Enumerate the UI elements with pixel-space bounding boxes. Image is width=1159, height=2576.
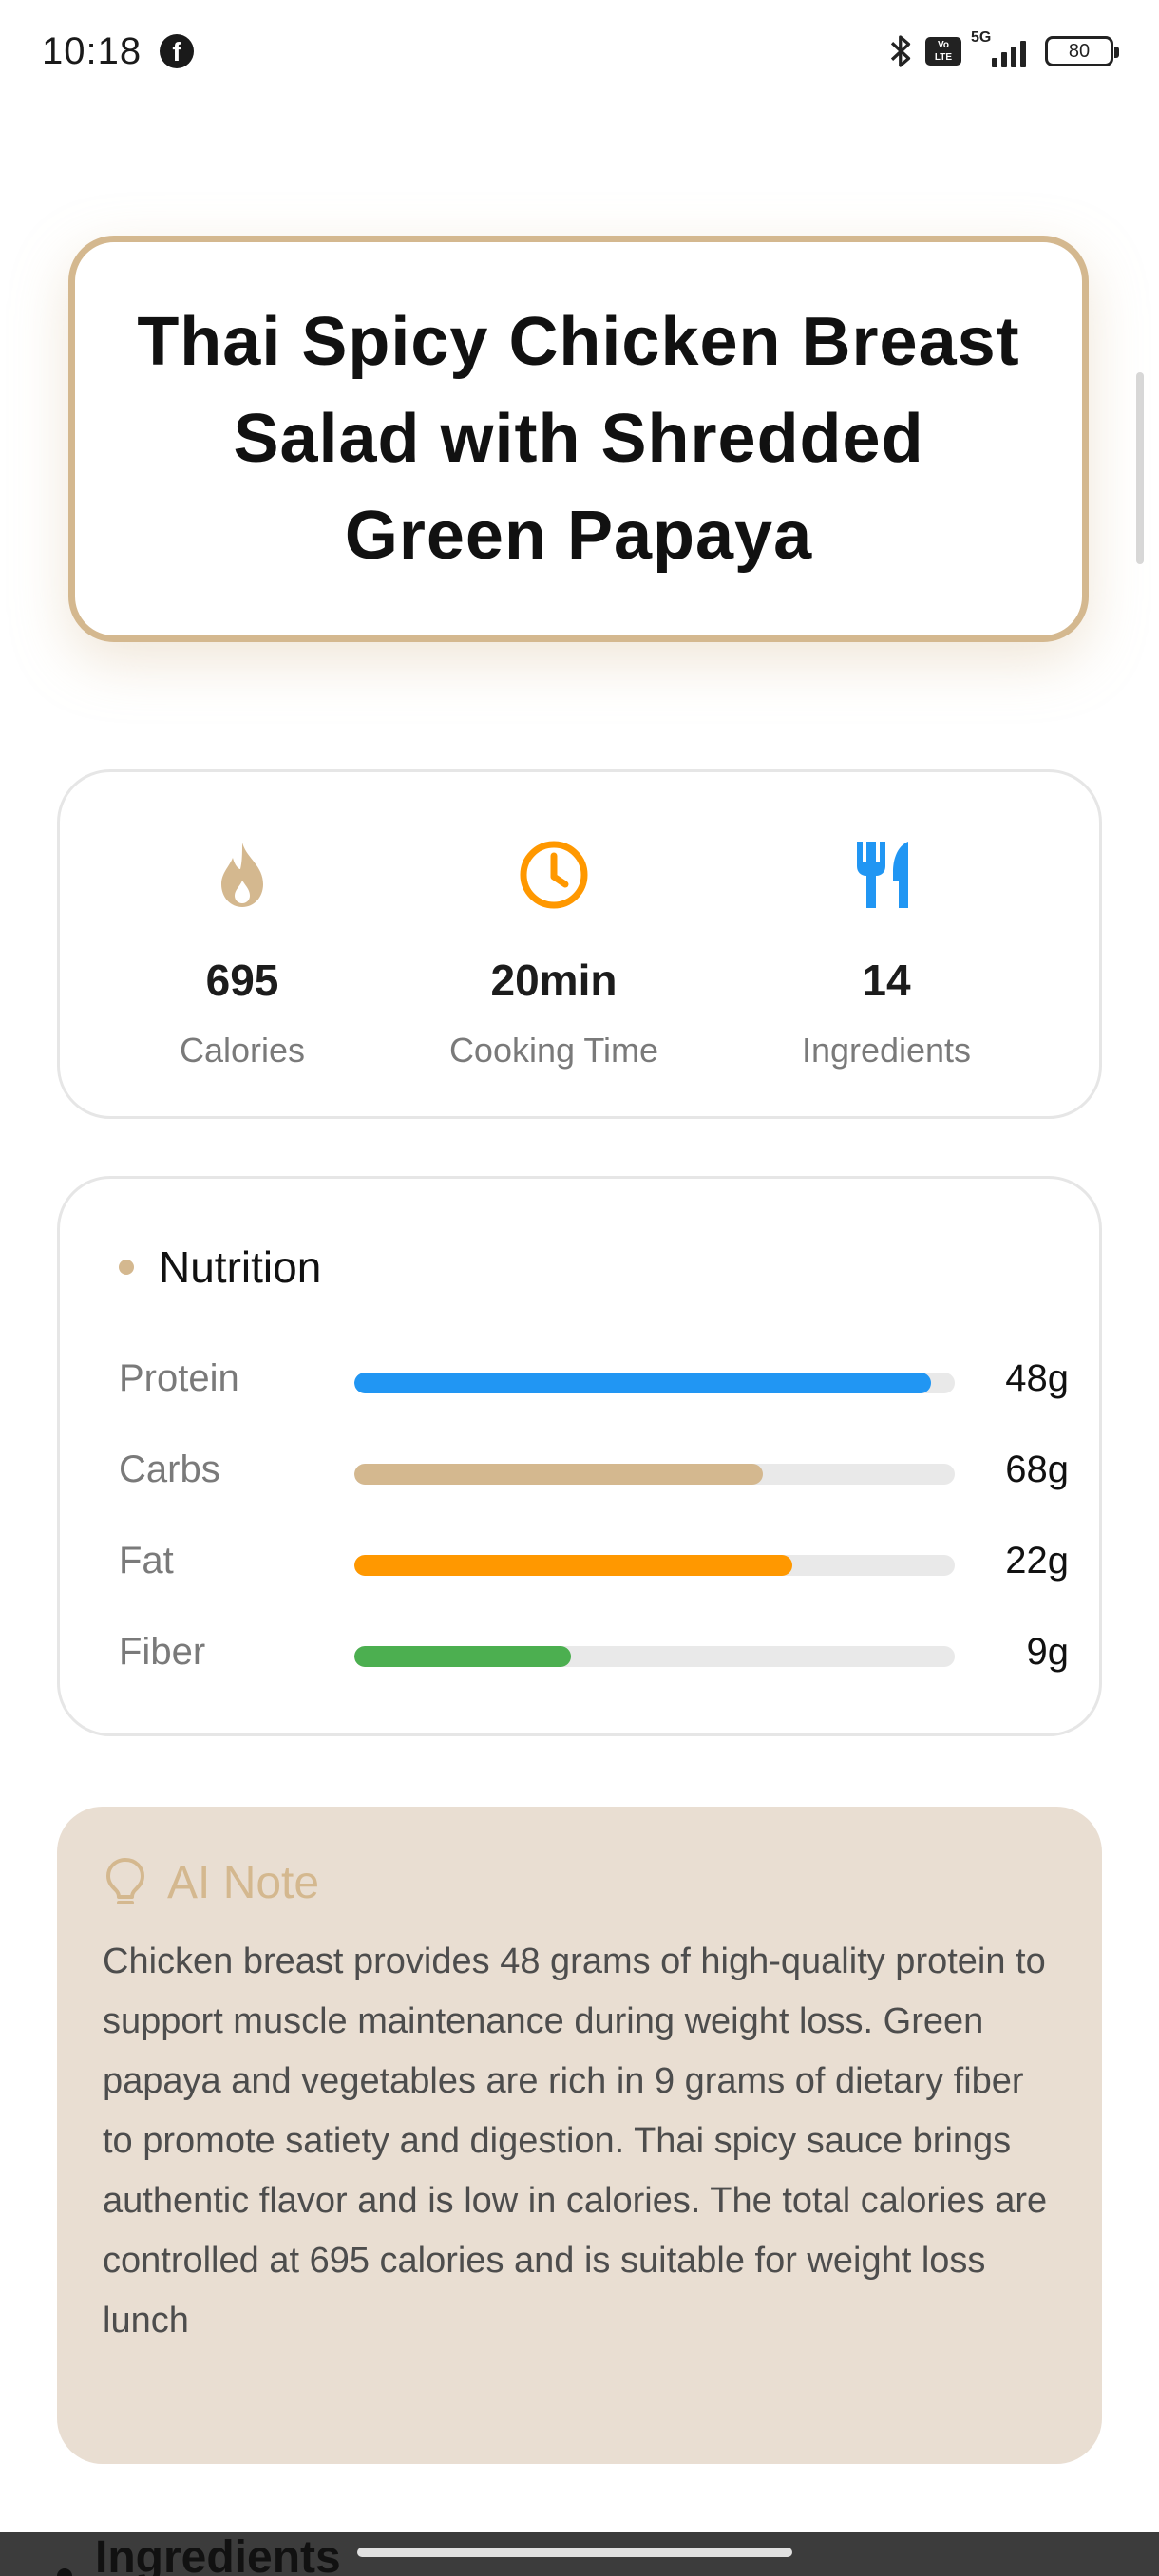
home-indicator[interactable] [357,2548,792,2557]
ingredients-bullet [57,2568,72,2576]
ai-note-title: AI Note [167,1857,320,1908]
nutrition-label: Fat [119,1540,174,1582]
nutrition-bar-fill [354,1464,763,1485]
nutrition-bar-track [354,1373,955,1393]
facebook-icon: f [160,34,194,68]
status-bar: 10:18 f Vo LTE 5G 80 [0,0,1159,104]
nutrition-bar-track [354,1464,955,1485]
lightbulb-icon [106,1858,144,1904]
nutrition-value: 68g [1005,1449,1069,1490]
recipe-page: 10:18 f Vo LTE 5G 80 Thai Spicy Chicken B… [0,0,1159,2576]
ingredients-count-label: Ingredients [801,1031,972,1070]
nutrition-bar-track [354,1555,955,1576]
flame-icon [221,843,263,907]
nutrition-bullet [119,1260,134,1275]
ai-note-text: Chicken breast provides 48 grams of high… [103,1941,1048,2340]
scrollbar[interactable] [1136,372,1144,564]
status-time: 10:18 [42,30,142,72]
stat-ingredients: 14 Ingredients [725,837,1048,1070]
signal-icon: 5G [971,29,1030,67]
ai-note-card: AI Note Chicken breast provides 48 grams… [57,1807,1102,2464]
bluetooth-icon [890,35,911,67]
recipe-title-card: Thai Spicy Chicken Breast Salad with Shr… [68,236,1089,642]
calories-value: 695 [205,956,279,1005]
clock-icon [520,841,588,909]
nutrition-label: Protein [119,1357,239,1399]
nutrition-bar-fill [354,1373,931,1393]
status-icons: Vo LTE 5G 80 [887,29,1119,70]
nutrition-value: 9g [1026,1631,1070,1673]
nutrition-bar-fill [354,1555,793,1576]
nutrition-value: 48g [1005,1357,1069,1399]
nutrition-bar-fill [354,1646,571,1667]
stat-cooking-time: 20min Cooking Time [392,837,715,1070]
nutrition-title: Nutrition [159,1242,322,1292]
nutrition-value: 22g [1005,1540,1069,1582]
calories-label: Calories [179,1031,306,1070]
ai-note-header: AI Note [104,1856,319,1909]
battery-icon: 80 [1045,36,1119,66]
nutrition-card: Nutrition Protein 48g Carbs 68g Fat 22g … [57,1176,1102,1736]
nutrition-label: Carbs [119,1449,220,1490]
nutrition-label: Fiber [119,1631,206,1673]
nutrition-row-fiber: Fiber 9g [119,1623,1069,1680]
cooking-time-value: 20min [490,956,618,1005]
utensils-icon [857,842,908,908]
volte-icon: Vo LTE [925,37,961,66]
stat-calories: 695 Calories [81,837,404,1070]
nutrition-row-protein: Protein 48g [119,1350,1069,1407]
nutrition-row-carbs: Carbs 68g [119,1441,1069,1498]
nutrition-header: Nutrition [119,1241,321,1293]
ingredients-title: Ingredients [95,2532,341,2576]
nutrition-row-fat: Fat 22g [119,1532,1069,1589]
nutrition-bar-track [354,1646,955,1667]
cooking-time-label: Cooking Time [448,1031,659,1070]
recipe-title: Thai Spicy Chicken Breast Salad with Shr… [137,304,1020,574]
ingredients-count-value: 14 [862,956,911,1005]
recipe-stats-card: 695 Calories 20min Cooking Time 14 Ingre… [57,769,1102,1119]
ingredients-header: Ingredients [57,2532,341,2576]
